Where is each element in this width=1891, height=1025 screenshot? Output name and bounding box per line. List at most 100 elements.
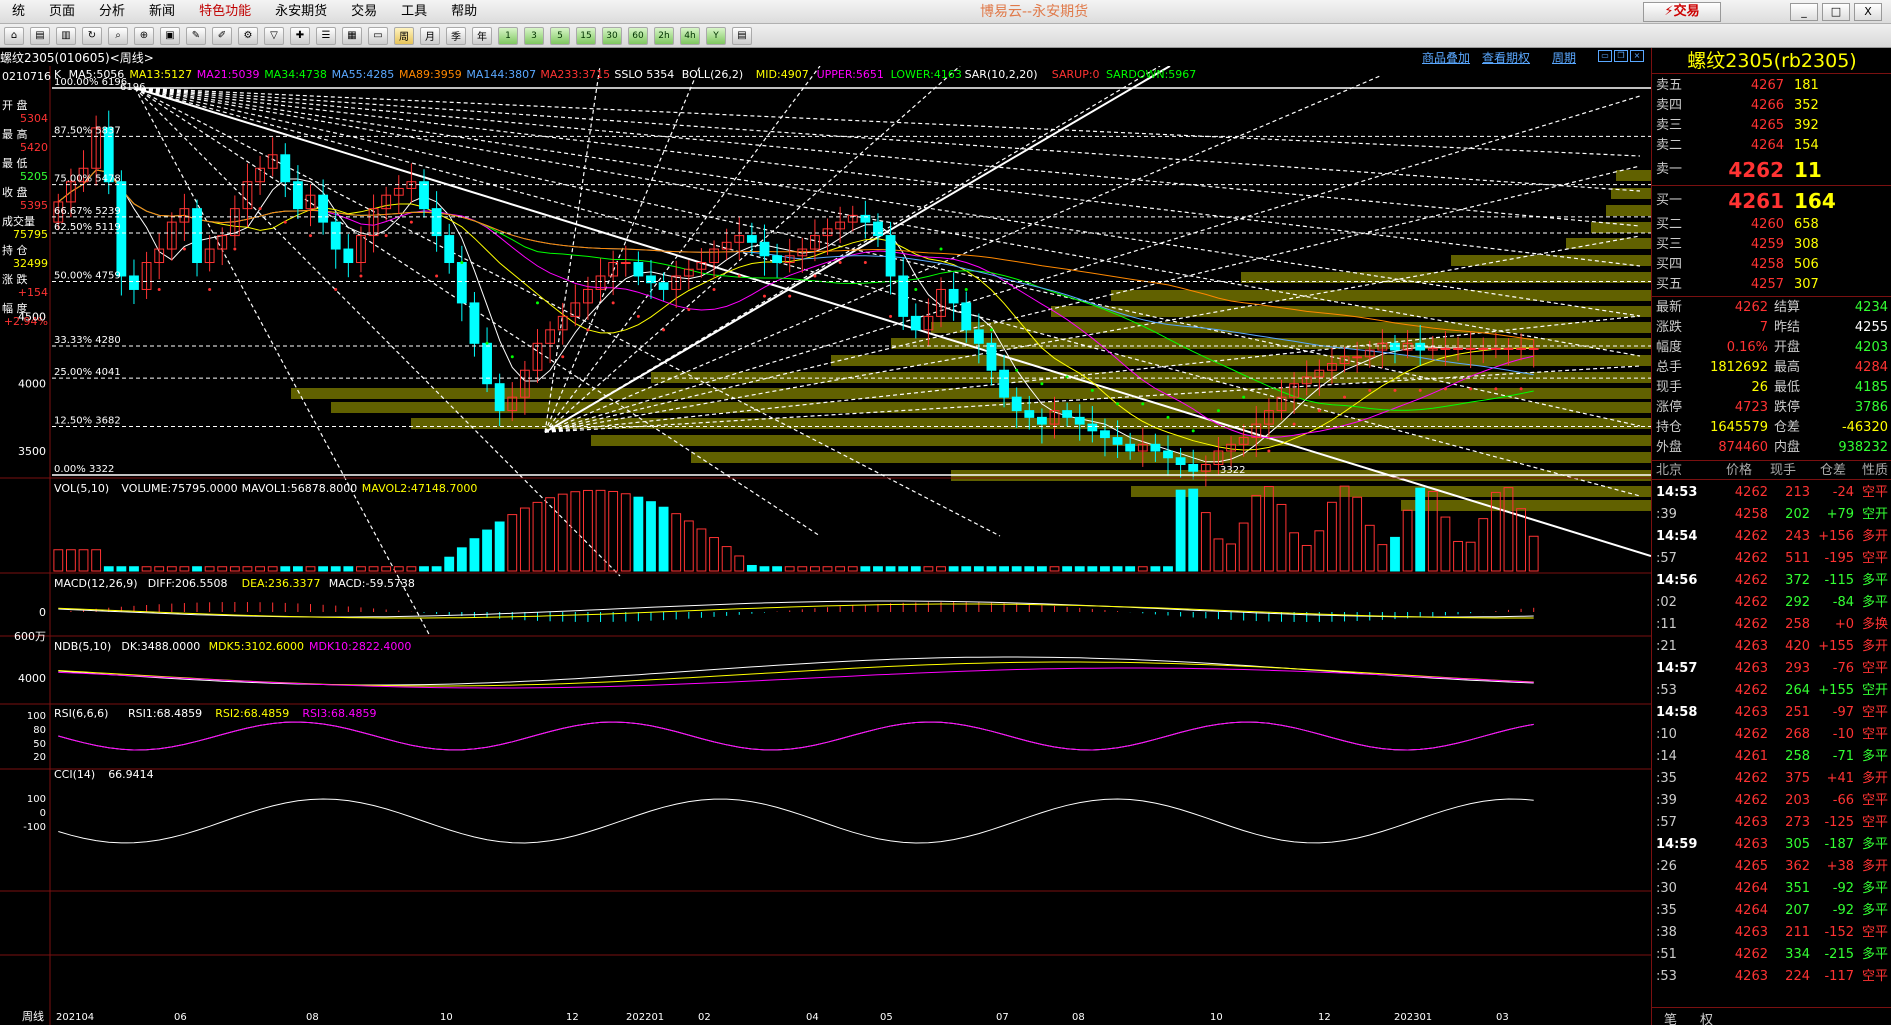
tick-row[interactable]: :51 4262 334 -215 多平 xyxy=(1652,944,1891,966)
period-link[interactable]: 周期 xyxy=(1552,49,1576,66)
tick-row[interactable]: :35 4262 375 +41 多开 xyxy=(1652,768,1891,790)
menu-item-yongan[interactable]: 永安期货 xyxy=(263,0,339,24)
period-1min-button[interactable]: 1 xyxy=(498,26,518,45)
tick-row[interactable]: :53 4263 224 -117 空平 xyxy=(1652,966,1891,988)
chart-area[interactable]: 100.00% 619687.50% 583775.00% 547866.67%… xyxy=(0,66,1651,1025)
menu-item-tools[interactable]: 工具 xyxy=(389,0,439,24)
period-5min-button[interactable]: 5 xyxy=(550,26,570,45)
period-3min-button[interactable]: 3 xyxy=(524,26,544,45)
period-week-button[interactable]: 周 xyxy=(394,26,414,45)
tick-row[interactable]: 14:56 4262 372 -115 多平 xyxy=(1652,570,1891,592)
candle-body xyxy=(961,302,972,331)
ask-row[interactable]: 卖三 4265 392 xyxy=(1652,116,1891,136)
profile-bar xyxy=(651,372,1651,383)
bid-row[interactable]: 买二 4260 658 xyxy=(1652,215,1891,235)
tick-row[interactable]: :39 4258 202 +79 空开 xyxy=(1652,504,1891,526)
period-year-button[interactable]: 年 xyxy=(472,26,492,45)
table-icon[interactable]: ☰ xyxy=(316,26,336,45)
candle-body xyxy=(129,275,139,290)
bid-row[interactable]: 买五 4257 307 xyxy=(1652,275,1891,295)
folder-icon[interactable]: ▤ xyxy=(30,26,50,45)
period-2h-button[interactable]: 2h xyxy=(654,26,674,45)
period-quarter-button[interactable]: 季 xyxy=(446,26,466,45)
ask-row[interactable]: 卖五 4267 181 xyxy=(1652,76,1891,96)
tick-row[interactable]: 14:58 4263 251 -97 空平 xyxy=(1652,702,1891,724)
grid-icon[interactable]: ▦ xyxy=(342,26,362,45)
tick-price: 4262 xyxy=(1734,551,1768,566)
menu-item-trade[interactable]: 交易 xyxy=(339,0,389,24)
sar-dot xyxy=(762,294,766,298)
tick-row[interactable]: :21 4263 420 +155 多开 xyxy=(1652,636,1891,658)
tick-row[interactable]: :35 4264 207 -92 多平 xyxy=(1652,900,1891,922)
chart-layout-icon[interactable]: ▭ xyxy=(1598,50,1612,62)
search-icon[interactable]: ⌕ xyxy=(108,26,128,45)
period-30min-button[interactable]: 30 xyxy=(602,26,622,45)
tick-row[interactable]: :30 4264 351 -92 多平 xyxy=(1652,878,1891,900)
tick-row[interactable]: 14:57 4263 293 -76 空平 xyxy=(1652,658,1891,680)
tick-row[interactable]: :53 4262 264 +155 空开 xyxy=(1652,680,1891,702)
ask-row[interactable]: 卖二 4264 154 xyxy=(1652,136,1891,156)
tick-row[interactable]: :38 4263 211 -152 空平 xyxy=(1652,922,1891,944)
candle-body xyxy=(1390,342,1400,351)
calculator-icon[interactable]: ▤ xyxy=(732,26,752,45)
tick-row[interactable]: :57 4263 273 -125 空平 xyxy=(1652,812,1891,834)
menu-item-help[interactable]: 帮助 xyxy=(439,0,489,24)
tick-row[interactable]: 14:53 4262 213 -24 空平 xyxy=(1652,482,1891,504)
bid-row[interactable]: 买一 4261 164 xyxy=(1652,187,1891,215)
chart-icon[interactable]: ▥ xyxy=(56,26,76,45)
sar-dot xyxy=(1443,387,1447,391)
period-y-button[interactable]: Y xyxy=(706,26,726,45)
menu-item-analysis[interactable]: 分析 xyxy=(87,0,137,24)
period-15min-button[interactable]: 15 xyxy=(576,26,596,45)
tick-volume: 372 xyxy=(1785,573,1810,588)
tick-row[interactable]: :26 4265 362 +38 多开 xyxy=(1652,856,1891,878)
volume-bar xyxy=(1390,536,1400,572)
volume-bar xyxy=(444,556,455,572)
filter-icon[interactable]: ▽ xyxy=(264,26,284,45)
tick-row[interactable]: 14:59 4263 305 -187 多平 xyxy=(1652,834,1891,856)
tick-row[interactable]: :11 4262 258 +0 多换 xyxy=(1652,614,1891,636)
pen-icon[interactable]: ✎ xyxy=(186,26,206,45)
sar-dot xyxy=(1317,409,1321,413)
gear-icon[interactable]: ⚙ xyxy=(238,26,258,45)
minimize-button[interactable]: _ xyxy=(1790,3,1818,21)
candle-body xyxy=(431,208,442,237)
brush-icon[interactable]: ✐ xyxy=(212,26,232,45)
refresh-icon[interactable]: ↻ xyxy=(82,26,102,45)
window-icon[interactable]: ▣ xyxy=(160,26,180,45)
tab-rights[interactable]: 权 xyxy=(1700,1009,1713,1025)
calendar-icon[interactable]: ▭ xyxy=(368,26,388,45)
period-4h-button[interactable]: 4h xyxy=(680,26,700,45)
indicator-label: MA5:5056 xyxy=(69,68,125,81)
menu-item-features[interactable]: 特色功能 xyxy=(187,0,263,24)
close-button[interactable]: X xyxy=(1854,3,1882,21)
menu-item-news[interactable]: 新闻 xyxy=(137,0,187,24)
volume-bar xyxy=(759,566,770,572)
bid-row[interactable]: 买三 4259 308 xyxy=(1652,235,1891,255)
tick-row[interactable]: :57 4262 511 -195 空平 xyxy=(1652,548,1891,570)
chart-close-icon[interactable]: × xyxy=(1630,50,1644,62)
view-options-link[interactable]: 查看期权 xyxy=(1482,49,1530,66)
drawing-tools-icon[interactable]: ✚ xyxy=(290,26,310,45)
period-60min-button[interactable]: 60 xyxy=(628,26,648,45)
tab-trades[interactable]: 笔 xyxy=(1664,1009,1677,1025)
ask-row[interactable]: 卖四 4266 352 xyxy=(1652,96,1891,116)
home-icon[interactable]: ⌂ xyxy=(4,26,24,45)
period-month-button[interactable]: 月 xyxy=(420,26,440,45)
tick-row[interactable]: 14:54 4262 243 +156 多开 xyxy=(1652,526,1891,548)
tick-row[interactable]: :10 4262 268 -10 空平 xyxy=(1652,724,1891,746)
tick-row[interactable]: :39 4262 203 -66 空平 xyxy=(1652,790,1891,812)
bid-row[interactable]: 买四 4258 506 xyxy=(1652,255,1891,275)
ask-label: 卖四 xyxy=(1656,98,1683,113)
tick-row[interactable]: :14 4261 258 -71 多平 xyxy=(1652,746,1891,768)
ask-row[interactable]: 卖一 4262 11 xyxy=(1652,156,1891,184)
menu-item-0[interactable]: 统 xyxy=(0,0,37,24)
tick-price: 4265 xyxy=(1734,859,1768,874)
zoom-icon[interactable]: ⊕ xyxy=(134,26,154,45)
menu-item-page[interactable]: 页面 xyxy=(37,0,87,24)
tick-row[interactable]: :02 4262 292 -84 多平 xyxy=(1652,592,1891,614)
chart-restore-icon[interactable]: ❐ xyxy=(1614,50,1628,62)
trade-button[interactable]: ⚡交易 xyxy=(1643,2,1721,22)
maximize-button[interactable]: □ xyxy=(1822,3,1850,21)
overlay-product-link[interactable]: 商品叠加 xyxy=(1422,49,1470,66)
